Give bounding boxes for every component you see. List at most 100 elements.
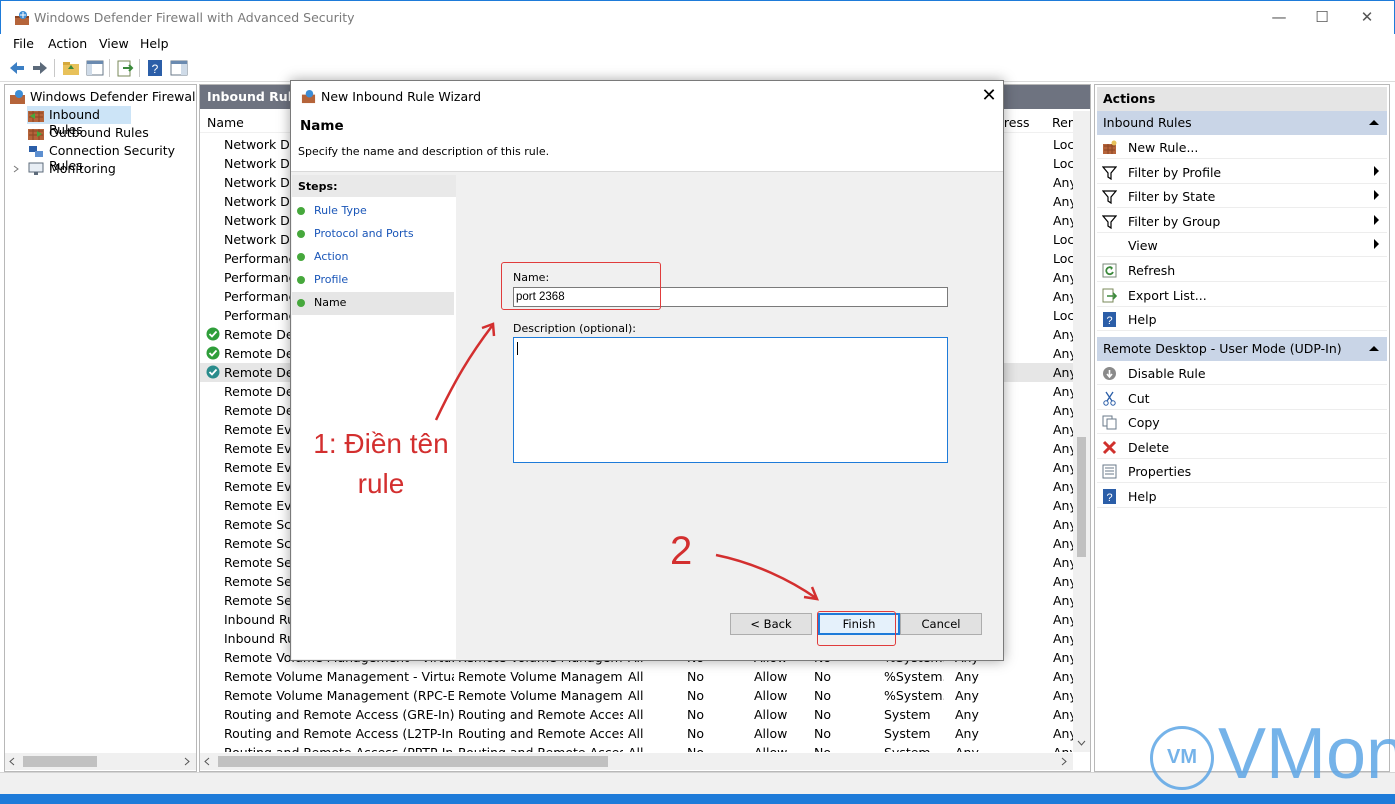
cell-action: Allow [754, 745, 809, 752]
cell-col9: Any [1053, 403, 1074, 418]
submenu-arrow-icon [1374, 239, 1379, 250]
rule-enabled-check-icon [206, 346, 220, 360]
export-icon [1102, 288, 1117, 303]
actions-section-inbound-rules[interactable]: Inbound Rules [1097, 111, 1387, 135]
action-copy[interactable]: Copy [1097, 410, 1387, 435]
cut-icon [1103, 391, 1116, 406]
collapse-chevron-icon[interactable] [1369, 345, 1379, 352]
tree-root[interactable]: Windows Defender Firewall with [5, 88, 195, 106]
cell-name: Routing and Remote Access (GRE-In) [224, 707, 454, 722]
wizard-close-button[interactable]: ✕ [977, 84, 1001, 108]
export-list-icon[interactable] [115, 58, 135, 78]
action-filter-by-group[interactable]: Filter by Group [1097, 209, 1387, 233]
scroll-down-icon[interactable] [1077, 739, 1086, 747]
table-row[interactable]: Remote Volume Management (RPC-EPM... Remo… [200, 686, 1074, 705]
cell-enabled: No [687, 669, 704, 684]
step-rule-type[interactable]: Rule Type [292, 200, 454, 223]
menu-file[interactable]: File [13, 36, 34, 51]
cell-col9: Any [1053, 441, 1074, 456]
rule-enabled-check-icon [206, 365, 220, 379]
cell-col9: Any [1053, 631, 1074, 646]
firewall-app-icon [15, 11, 29, 25]
table-row[interactable]: Routing and Remote Access (PPTP-In) Routi… [200, 743, 1074, 752]
annotation-arrow-2-icon [715, 553, 820, 601]
actions-section-selected-rule[interactable]: Remote Desktop - User Mode (UDP-In) [1097, 337, 1387, 361]
action-disable-rule[interactable]: Disable Rule [1097, 361, 1387, 385]
expand-chevron-icon[interactable] [11, 162, 21, 176]
scroll-thumb[interactable] [23, 756, 97, 767]
action-help[interactable]: ? Help [1097, 484, 1387, 508]
tree-horizontal-scrollbar[interactable] [5, 753, 196, 770]
cell-col9: Any [1053, 194, 1074, 209]
rules-vertical-scrollbar[interactable] [1073, 111, 1090, 752]
vmon-logo-badge: VM [1150, 726, 1214, 790]
scroll-thumb[interactable] [218, 756, 608, 767]
scroll-right-icon[interactable] [183, 757, 191, 766]
tree-item-connection-security-rules[interactable]: Connection Security Rules [27, 142, 195, 173]
collapse-chevron-icon[interactable] [1369, 119, 1379, 126]
show-hide-action-pane-icon[interactable] [169, 58, 189, 78]
cell-col9: Any [1053, 270, 1074, 285]
menu-action[interactable]: Action [48, 36, 87, 51]
step-protocol-and-ports[interactable]: Protocol and Ports [292, 223, 454, 246]
column-header-name[interactable]: Name [207, 115, 244, 130]
step-action[interactable]: Action [292, 246, 454, 269]
table-row[interactable]: Remote Volume Management - Virtual Di...… [200, 667, 1074, 686]
scroll-left-icon[interactable] [8, 757, 16, 766]
action-view[interactable]: View [1097, 233, 1387, 258]
action-label: New Rule... [1128, 140, 1199, 155]
step-label: Action [314, 250, 349, 263]
scroll-left-icon[interactable] [203, 757, 211, 766]
steps-header: Steps: [292, 175, 456, 197]
menu-help[interactable]: Help [140, 36, 169, 51]
cell-profile: All [628, 707, 644, 722]
close-window-button[interactable]: ✕ [1344, 1, 1390, 35]
cell-action: Allow [754, 688, 788, 703]
cell-profile: All [628, 669, 644, 684]
cell-col9: Loc [1053, 308, 1074, 323]
menu-view[interactable]: View [99, 36, 129, 51]
action-filter-by-state[interactable]: Filter by State [1097, 184, 1387, 209]
help-icon[interactable]: ? [145, 58, 165, 78]
action-new-rule[interactable]: New Rule... [1097, 135, 1387, 159]
action-help[interactable]: ? Help [1097, 307, 1387, 332]
table-row[interactable]: Routing and Remote Access (GRE-In) Routin… [200, 705, 1074, 724]
scroll-thumb[interactable] [1077, 437, 1086, 557]
back-button[interactable]: < Back [730, 613, 812, 635]
rules-horizontal-scrollbar[interactable] [200, 753, 1073, 770]
step-profile[interactable]: Profile [292, 269, 454, 292]
up-folder-icon[interactable] [61, 58, 81, 78]
delete-icon [1102, 440, 1117, 454]
action-cut[interactable]: Cut [1097, 386, 1387, 410]
new-inbound-rule-wizard: New Inbound Rule Wizard ✕ Name Specify t… [290, 80, 1004, 661]
maximize-button[interactable]: ☐ [1299, 1, 1345, 35]
action-export-list[interactable]: Export List... [1097, 283, 1387, 307]
step-current-dot [297, 299, 305, 307]
outbound-rules-icon [28, 129, 44, 140]
rule-description-textarea[interactable] [513, 337, 948, 463]
cell-group: Routing and Remote Access [458, 745, 623, 752]
minimize-button[interactable]: — [1256, 1, 1302, 35]
tree-item-outbound-rules[interactable]: Outbound Rules [27, 124, 177, 142]
forward-arrow-icon[interactable] [30, 58, 50, 78]
action-refresh[interactable]: Refresh [1097, 258, 1387, 282]
show-hide-tree-icon[interactable] [85, 58, 105, 78]
help-icon: ? [1103, 489, 1116, 504]
cell-enabled: No [687, 726, 704, 741]
action-label: Disable Rule [1128, 366, 1206, 381]
action-filter-by-profile[interactable]: Filter by Profile [1097, 160, 1387, 184]
back-arrow-icon[interactable] [7, 58, 27, 78]
cell-col9: Any [1053, 479, 1074, 494]
table-row[interactable]: Routing and Remote Access (L2TP-In) Routi… [200, 724, 1074, 743]
scroll-right-icon[interactable] [1060, 757, 1068, 766]
cell-col9: Loc [1053, 137, 1074, 152]
cancel-button[interactable]: Cancel [900, 613, 982, 635]
annotation-finish-highlight [817, 611, 896, 646]
cell-col9: Any [1053, 517, 1074, 532]
cell-enabled: No [687, 745, 737, 752]
description-label: Description (optional): [513, 322, 637, 335]
action-properties[interactable]: Properties [1097, 459, 1387, 484]
tree-item-monitoring[interactable]: Monitoring [11, 160, 131, 178]
action-delete[interactable]: Delete [1097, 435, 1387, 459]
tree-item-inbound-rules[interactable]: Inbound Rules [27, 106, 131, 137]
